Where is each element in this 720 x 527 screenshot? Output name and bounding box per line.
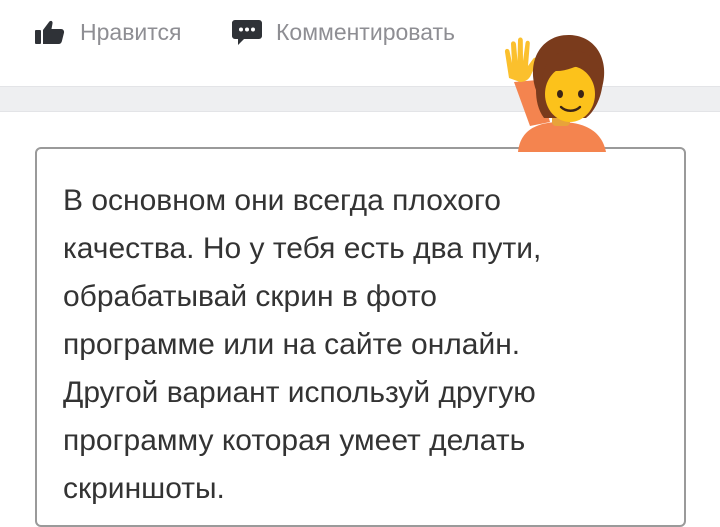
like-button[interactable]: Нравится xyxy=(34,14,182,50)
comment-icon xyxy=(232,18,262,46)
person-raising-hand-emoji xyxy=(500,30,620,152)
reply-text: В основном они всегда плохого качества. … xyxy=(63,184,542,505)
comment-button[interactable]: Комментировать xyxy=(232,14,455,50)
comment-label: Комментировать xyxy=(276,18,456,45)
like-label: Нравится xyxy=(80,18,182,45)
thumbs-up-icon xyxy=(34,19,66,45)
reply-text-box[interactable]: В основном они всегда плохого качества. … xyxy=(35,147,686,527)
